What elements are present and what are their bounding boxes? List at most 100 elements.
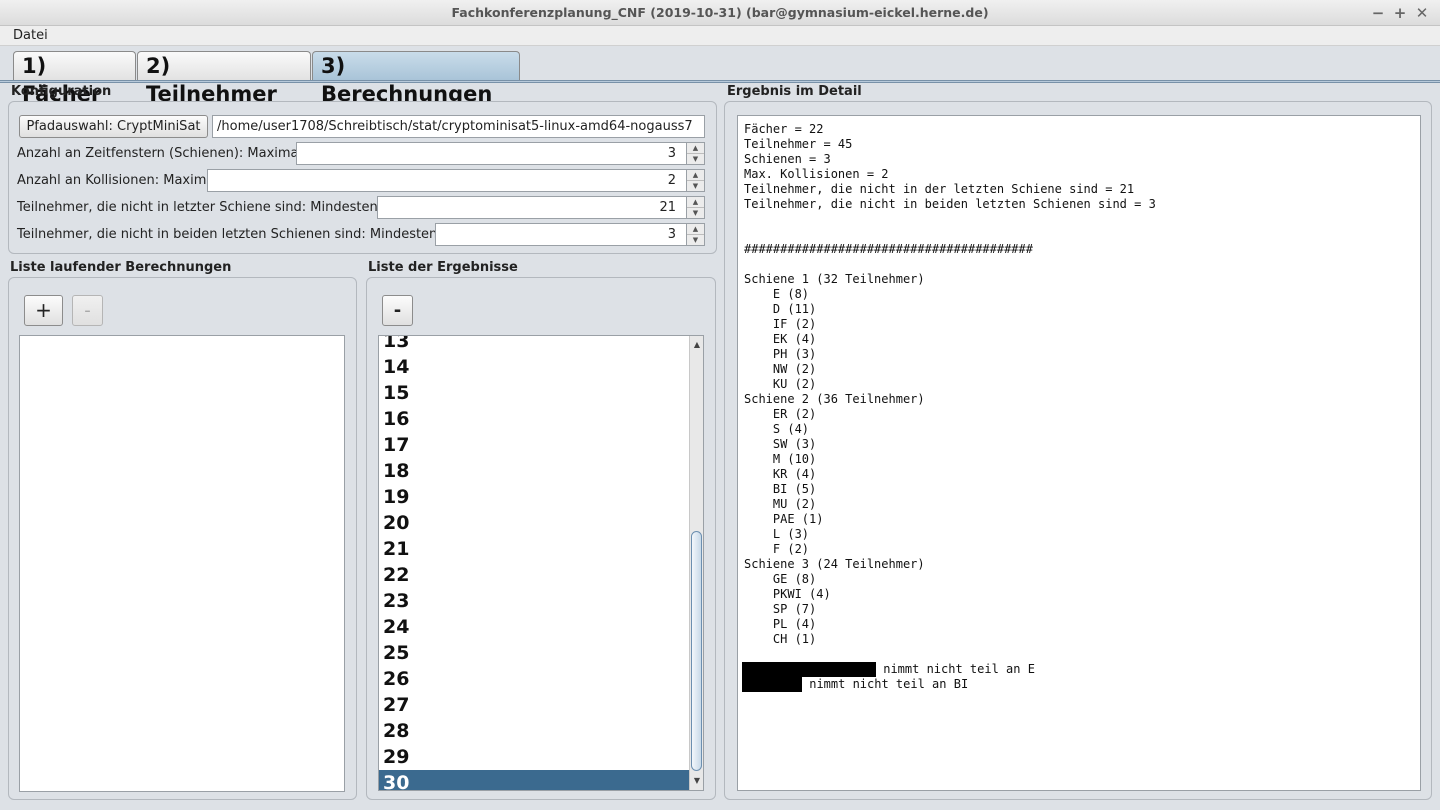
spinner-buttons[interactable]: ▲ ▼ (686, 143, 704, 164)
scroll-up-icon[interactable]: ▲ (690, 338, 703, 352)
result-list-item[interactable]: 17 (379, 432, 703, 458)
result-list-item[interactable]: 19 (379, 484, 703, 510)
spinner-buttons[interactable]: ▲ ▼ (686, 197, 704, 218)
result-list-item[interactable]: 23 (379, 588, 703, 614)
subject-entry: PH (3) (772, 347, 817, 361)
minimize-button[interactable]: − (1368, 0, 1388, 26)
letzte-schiene-value: 21 (659, 200, 676, 215)
kollisionen-spinner[interactable]: 2 ▲ ▼ (207, 169, 705, 192)
menubar: Datei (0, 26, 1440, 46)
spinner-up-icon[interactable]: ▲ (687, 224, 704, 235)
detail-line: PL (4) (744, 617, 1414, 632)
result-list-item[interactable]: 15 (379, 380, 703, 406)
subject-entry: NW (2) (772, 362, 817, 376)
scroll-down-icon[interactable]: ▼ (690, 774, 703, 788)
window-titlebar: Fachkonferenzplanung_CNF (2019-10-31) (b… (0, 0, 1440, 26)
row-label-zeitfenster: Anzahl an Zeitfenstern (Schienen): Maxim… (17, 146, 303, 161)
menu-datei[interactable]: Datei (13, 26, 48, 46)
detail-line: BI (5) (744, 482, 1414, 497)
subject-entry: KR (4) (772, 467, 817, 481)
subject-entry: BI (5) (772, 482, 817, 496)
result-list-item[interactable]: 21 (379, 536, 703, 562)
kollisionen-value: 2 (667, 173, 676, 188)
remove-result-button[interactable]: - (382, 295, 413, 326)
beide-schienen-value: 3 (667, 227, 676, 242)
path-field[interactable]: /home/user1708/Schreibtisch/stat/cryptom… (212, 115, 705, 138)
result-list-item[interactable]: 26 (379, 666, 703, 692)
add-calculation-button[interactable]: + (24, 295, 63, 326)
running-panel: + - (8, 277, 357, 800)
remove-calculation-button[interactable]: - (72, 295, 103, 326)
subject-entry: E (8) (772, 287, 810, 301)
subject-entry: L (3) (772, 527, 810, 541)
detail-line: Schiene 2 (36 Teilnehmer) (744, 392, 925, 406)
results-items: 13 14 15 16 17 18 19 20 21 22 23 24 25 26 27 28 29 30 (379, 336, 703, 790)
tab-faecher[interactable]: 1) Fächer (13, 51, 136, 106)
detail-line: D (11) (744, 302, 1414, 317)
maximize-button[interactable]: + (1390, 0, 1410, 26)
result-list-item[interactable]: 24 (379, 614, 703, 640)
running-title: Liste laufender Berechnungen (10, 260, 232, 275)
detail-line: PAE (1) (744, 512, 1414, 527)
results-list[interactable]: 13 14 15 16 17 18 19 20 21 22 23 24 25 26 27 28 29 30 ▲ ▼ (378, 335, 704, 791)
detail-line: Teilnehmer = 45 (744, 137, 853, 151)
detail-line: nimmt nicht teil an E (742, 662, 1414, 677)
results-scrollbar[interactable]: ▲ ▼ (689, 336, 703, 790)
detail-line (744, 212, 1414, 227)
result-list-item[interactable]: 29 (379, 744, 703, 770)
detail-line: Max. Kollisionen = 2 (744, 167, 889, 181)
result-list-item[interactable]: 13 (379, 336, 703, 354)
detail-line: M (10) (744, 452, 1414, 467)
result-list-item[interactable]: 28 (379, 718, 703, 744)
detail-line: Schiene 3 (24 Teilnehmer) (744, 557, 925, 571)
detail-line: IF (2) (744, 317, 1414, 332)
detail-line: ######################################## (744, 242, 1033, 256)
subject-entry: PAE (1) (772, 512, 824, 526)
subject-entry: KU (2) (772, 377, 817, 391)
spinner-up-icon[interactable]: ▲ (687, 197, 704, 208)
subject-entry: F (2) (772, 542, 810, 556)
spinner-buttons[interactable]: ▲ ▼ (686, 170, 704, 191)
result-list-item[interactable]: 22 (379, 562, 703, 588)
detail-line: F (2) (744, 542, 1414, 557)
spinner-down-icon[interactable]: ▼ (687, 235, 704, 245)
subject-entry: IF (2) (772, 317, 817, 331)
result-list-item[interactable]: 27 (379, 692, 703, 718)
result-list-item[interactable]: 18 (379, 458, 703, 484)
result-detail-text[interactable]: Fächer = 22 Teilnehmer = 45 Schienen = 3 Ma… (737, 115, 1421, 791)
detail-line: EK (4) (744, 332, 1414, 347)
spinner-up-icon[interactable]: ▲ (687, 170, 704, 181)
letzte-schiene-spinner[interactable]: 21 ▲ ▼ (377, 196, 705, 219)
result-list-item[interactable]: 20 (379, 510, 703, 536)
spinner-down-icon[interactable]: ▼ (687, 208, 704, 218)
close-button[interactable]: ✕ (1412, 0, 1432, 26)
config-panel: Pfadauswahl: CryptMiniSat /home/user1708… (8, 101, 717, 254)
result-list-item[interactable]: 14 (379, 354, 703, 380)
spinner-down-icon[interactable]: ▼ (687, 154, 704, 164)
spinner-down-icon[interactable]: ▼ (687, 181, 704, 191)
running-list[interactable] (19, 335, 345, 792)
detail-line: GE (8) (744, 572, 1414, 587)
subject-entry: EK (4) (772, 332, 817, 346)
result-list-item[interactable]: 30 (379, 770, 703, 790)
spinner-up-icon[interactable]: ▲ (687, 143, 704, 154)
result-list-item[interactable]: 16 (379, 406, 703, 432)
detail-line (744, 647, 1414, 662)
subject-entry: S (4) (772, 422, 810, 436)
subject-entry: SW (3) (772, 437, 817, 451)
result-list-item[interactable]: 25 (379, 640, 703, 666)
zeitfenster-spinner[interactable]: 3 ▲ ▼ (296, 142, 705, 165)
scroll-thumb[interactable] (691, 531, 702, 771)
tab-underline (0, 80, 1440, 83)
tab-berechnungen[interactable]: 3) Berechnungen (312, 51, 520, 106)
detail-line: KR (4) (744, 467, 1414, 482)
detail-line: KU (2) (744, 377, 1414, 392)
spinner-buttons[interactable]: ▲ ▼ (686, 224, 704, 245)
detail-line: Schienen = 3 (744, 152, 831, 166)
beide-schienen-spinner[interactable]: 3 ▲ ▼ (435, 223, 705, 246)
results-title: Liste der Ergebnisse (368, 260, 518, 275)
row-label-letzte-schiene: Teilnehmer, die nicht in letzter Schiene… (17, 200, 385, 215)
detail-line: Schiene 1 (32 Teilnehmer) (744, 272, 925, 286)
path-select-button[interactable]: Pfadauswahl: CryptMiniSat (19, 115, 208, 138)
tab-teilnehmer[interactable]: 2) Teilnehmer (137, 51, 311, 106)
